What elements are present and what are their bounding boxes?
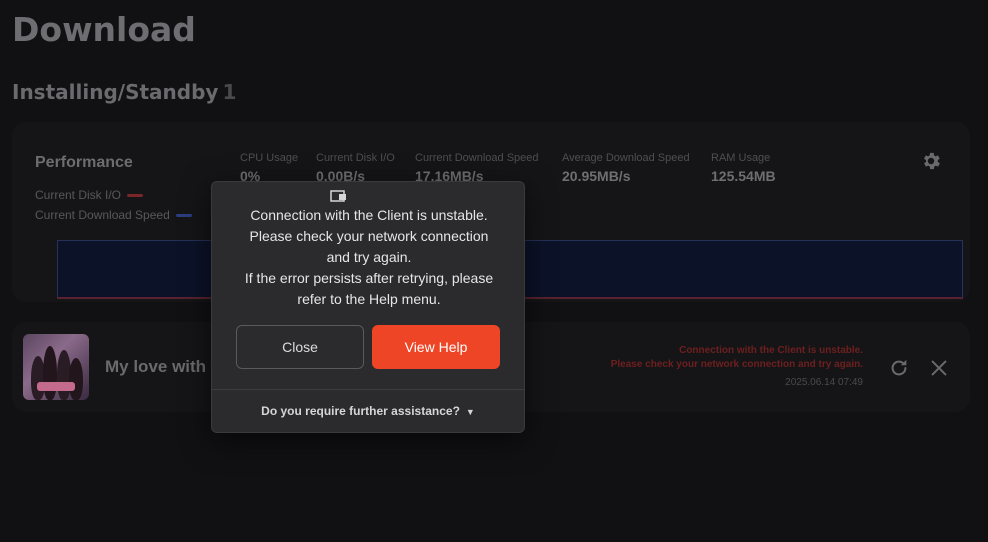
connection-error-dialog: Connection with the Client is unstable. … bbox=[211, 181, 525, 433]
stat-average-download-speed: Average Download Speed 20.95MB/s bbox=[562, 152, 690, 184]
stat-current-download-speed: Current Download Speed 17.16MB/s bbox=[415, 152, 539, 184]
legend-download-speed: Current Download Speed bbox=[35, 208, 192, 222]
gear-icon[interactable] bbox=[920, 150, 942, 172]
close-icon[interactable] bbox=[928, 357, 950, 379]
further-assistance-toggle[interactable]: Do you require further assistance? ▼ bbox=[212, 404, 524, 418]
stat-disk-io: Current Disk I/O 0.00B/s bbox=[316, 152, 395, 184]
network-warning-icon bbox=[330, 190, 346, 202]
item-title: My love with t bbox=[105, 357, 217, 376]
page-title: Download bbox=[12, 10, 196, 49]
dialog-message: Connection with the Client is unstable. … bbox=[222, 205, 516, 310]
further-assistance-label: Do you require further assistance? bbox=[261, 404, 460, 418]
item-error-line: Connection with the Client is unstable. bbox=[679, 345, 863, 356]
stat-value: 125.54MB bbox=[711, 168, 776, 184]
legend-disk-io-swatch bbox=[127, 193, 144, 197]
item-timestamp: 2025.06.14 07:49 bbox=[785, 377, 863, 388]
legend-disk-io: Current Disk I/O bbox=[35, 188, 144, 202]
item-error-line: Please check your network connection and… bbox=[610, 359, 863, 370]
item-error-message: Connection with the Client is unstable. … bbox=[611, 344, 863, 372]
dialog-message-line: Please check your network connection bbox=[249, 228, 489, 244]
stat-ram-usage: RAM Usage 125.54MB bbox=[711, 152, 776, 184]
dialog-message-line: refer to the Help menu. bbox=[297, 291, 441, 307]
dialog-divider bbox=[212, 389, 524, 390]
legend-disk-io-label: Current Disk I/O bbox=[35, 188, 122, 202]
section-title: Installing/Standby 1 bbox=[12, 80, 236, 104]
stat-value: 20.95MB/s bbox=[562, 168, 631, 184]
section-count: 1 bbox=[222, 80, 237, 104]
dialog-message-line: If the error persists after retrying, pl… bbox=[244, 270, 494, 286]
close-button[interactable]: Close bbox=[236, 325, 364, 369]
legend-download-speed-label: Current Download Speed bbox=[35, 208, 170, 222]
legend-download-speed-swatch bbox=[175, 213, 192, 217]
view-help-button[interactable]: View Help bbox=[372, 325, 500, 369]
section-title-label: Installing/Standby bbox=[12, 80, 219, 104]
stat-label: Average Download Speed bbox=[562, 152, 690, 164]
stat-label: Current Disk I/O bbox=[316, 152, 395, 164]
performance-title: Performance bbox=[35, 154, 133, 171]
dialog-message-line: Connection with the Client is unstable. bbox=[250, 207, 488, 223]
stat-label: RAM Usage bbox=[711, 152, 771, 164]
stat-label: CPU Usage bbox=[240, 152, 299, 164]
stat-cpu-usage: CPU Usage 0% bbox=[240, 152, 298, 184]
stat-label: Current Download Speed bbox=[415, 152, 539, 164]
refresh-icon[interactable] bbox=[888, 357, 910, 379]
caret-down-icon: ▼ bbox=[465, 406, 475, 417]
item-thumbnail bbox=[23, 334, 89, 400]
dialog-message-line: and try again. bbox=[326, 249, 412, 265]
